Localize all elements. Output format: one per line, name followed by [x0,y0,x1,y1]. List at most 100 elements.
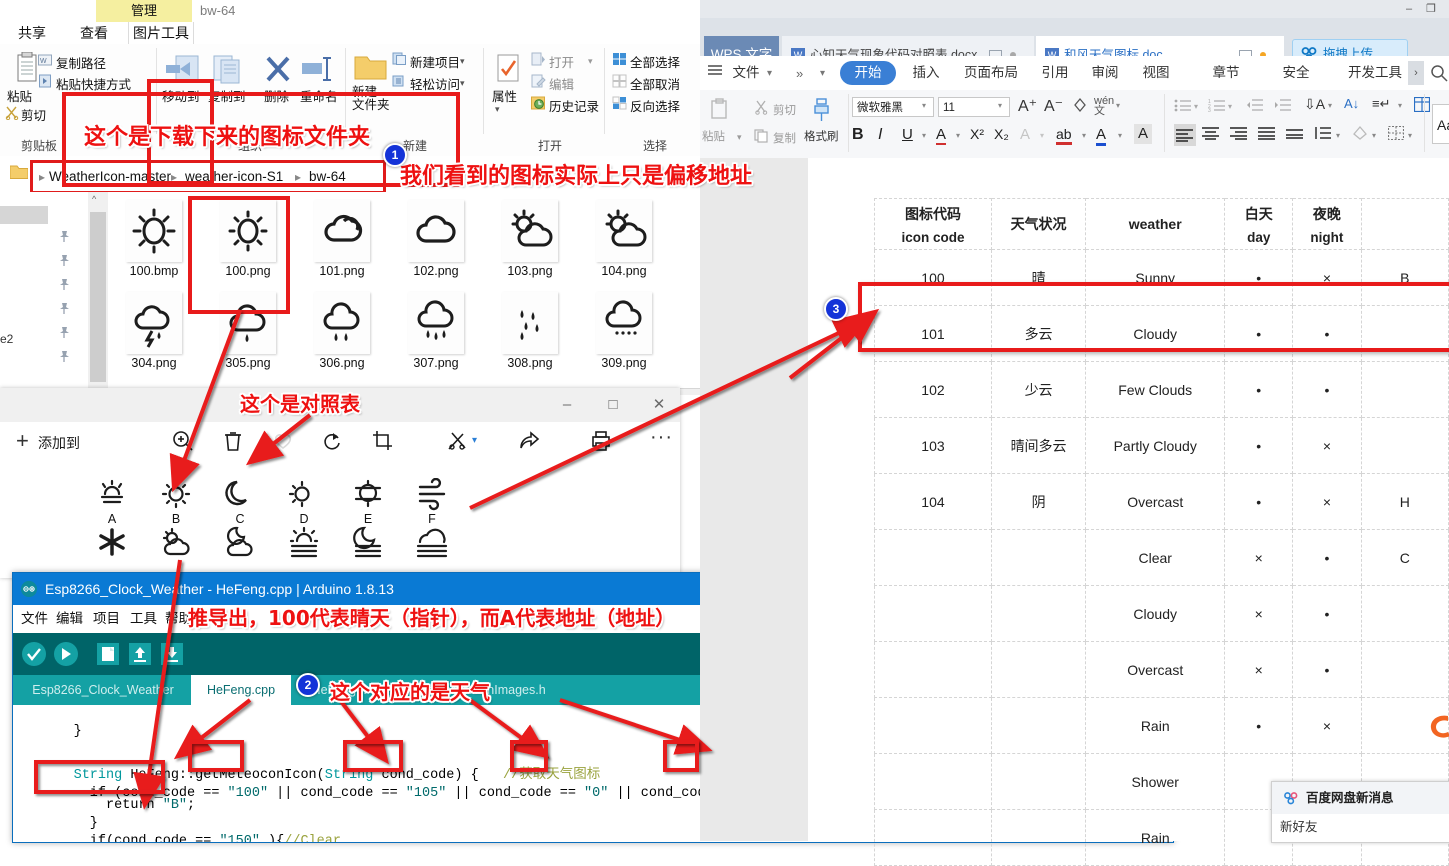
wps-topbar[interactable]: – ❐ [700,0,1449,18]
bullet-list-icon[interactable] [1174,98,1192,115]
justify-button[interactable] [1258,126,1276,143]
underline-button[interactable]: U [902,126,913,143]
pin-icon[interactable] [58,350,70,363]
paste-icon[interactable] [710,98,730,123]
chevron-down-icon[interactable]: ▾ [1116,101,1120,110]
ribbon-tab-security[interactable]: 安全 [1275,56,1317,90]
open-sketch-button[interactable] [127,641,153,670]
text-effect-button[interactable]: A [1020,126,1030,143]
new-sketch-button[interactable] [95,641,121,670]
ribbon-scroll-right-icon[interactable]: › [1408,61,1424,85]
table-row[interactable]: 102 少云 Few Clouds • • [874,361,1449,418]
ribbon-tab-devtools[interactable]: 开发工具 [1340,56,1410,90]
pin-icon[interactable] [58,302,70,315]
pin-icon[interactable] [58,326,70,339]
more-commands-icon[interactable]: » [796,66,803,81]
easy-access-label[interactable]: 轻松访问 [410,74,460,93]
chevron-down-icon-2[interactable]: ▾ [460,78,465,89]
menu-picture-tools[interactable]: 图片工具 [128,22,194,44]
delete-icon[interactable] [222,430,244,455]
invert-selection-label[interactable]: 反向选择 [630,96,680,115]
decrease-font-size-icon[interactable]: A⁻ [1044,96,1063,116]
font-color-button[interactable]: A [1096,126,1107,146]
chevron-down-icon-4[interactable]: ▾ [588,56,593,67]
pinyin-guide-icon[interactable]: wén 文 [1094,96,1114,117]
sort-icon[interactable]: A↓ [1344,96,1359,111]
chevron-down-icon[interactable]: ▾ [472,435,477,446]
customize-ribbon-icon[interactable]: ▾ [820,68,825,79]
wps-ribbon[interactable]: 粘贴 ▾ 剪切 复制 格式刷 微软雅黑 ▾ 11 ▾ A⁺ A⁻ wén 文 ▾ … [700,90,1449,159]
chevron-down-icon[interactable]: ▾ [1082,131,1086,140]
menu-view[interactable]: 查看 [66,22,122,44]
file-item[interactable]: 101.png [296,198,388,290]
beautify-icon[interactable] [446,430,468,455]
menu-project[interactable]: 项目 [93,605,120,633]
menu-file[interactable]: 文件 [21,605,48,633]
show-marks-icon[interactable]: ≡↵ [1372,96,1390,112]
pin-icon[interactable] [58,278,70,291]
chevron-down-icon[interactable]: ▾ [1372,131,1376,140]
file-explorer-window[interactable]: 管理 bw-64 共享 查看 图片工具 粘贴 剪切 W 复制路径 粘贴快捷方式 … [0,0,700,395]
ribbon-tab-layout[interactable]: 页面布局 [955,56,1027,90]
decrease-indent-icon[interactable] [1246,98,1264,115]
ribbon-tab-home[interactable]: 开始 [840,61,896,85]
file-item[interactable]: 306.png [296,290,388,382]
properties-label[interactable]: 属性 [492,86,517,105]
cut-button-label[interactable]: 剪切 [21,105,46,124]
table-row[interactable]: Cloudy × • [874,585,1449,642]
pin-icon[interactable] [58,230,70,243]
chevron-down-icon[interactable]: ▾ [737,132,742,143]
table-row[interactable]: Overcast × • [874,641,1449,698]
pin-icon[interactable] [58,254,70,267]
align-right-button[interactable] [1230,126,1248,143]
strikethrough-button[interactable]: A [936,126,947,145]
chevron-down-icon[interactable]: ▾ [922,101,926,110]
chevron-down-icon-3[interactable]: ▾ [495,104,500,115]
chevron-down-icon[interactable]: ▾ [998,101,1002,110]
increase-indent-icon[interactable] [1274,98,1292,115]
select-none-label[interactable]: 全部取消 [630,74,680,93]
chevron-down-icon[interactable]: ▾ [1398,101,1402,110]
add-to-label[interactable]: 添加到 [38,433,80,453]
more-options-icon[interactable]: ··· [650,426,673,449]
chevron-down-icon[interactable]: ▾ [1228,102,1232,111]
paste-label[interactable]: 粘贴 [702,128,725,144]
file-item[interactable]: 308.png [484,290,576,382]
table-grid-icon[interactable] [1413,96,1431,115]
select-all-label[interactable]: 全部选择 [630,52,680,71]
table-row[interactable]: Rain • × [874,697,1449,754]
chevron-down-icon[interactable]: ▾ [1328,101,1332,110]
increase-font-size-icon[interactable]: A⁺ [1018,96,1037,116]
style-preview-box[interactable]: Aa [1432,104,1449,144]
file-item[interactable]: 104.png [578,198,670,290]
menu-edit[interactable]: 编辑 [56,605,83,633]
minimize-button[interactable]: – [544,388,590,422]
crop-icon[interactable] [372,430,394,455]
share-icon[interactable] [518,430,540,455]
italic-button[interactable]: I [878,126,882,144]
tab-manage[interactable]: 管理 [96,0,192,22]
character-border-button[interactable]: A [1134,124,1152,144]
tab-esp8266-clock-weather[interactable]: Esp8266_Clock_Weather [23,675,183,705]
subscript-button[interactable]: X₂ [994,126,1009,142]
chevron-down-icon[interactable]: ▾ [956,131,960,140]
baidu-netdisk-toast[interactable]: 百度网盘新消息 新好友 [1271,781,1449,843]
edit-label[interactable]: 编辑 [549,74,574,93]
file-item[interactable]: 102.png [390,198,482,290]
chevron-down-icon[interactable]: ▾ [1040,131,1044,140]
chevron-down-icon[interactable]: ▾ [1336,131,1340,140]
phonetic-guide-icon[interactable]: ⇩A [1304,96,1325,113]
tab-hefeng-cpp[interactable]: HeFeng.cpp [191,675,291,705]
distribute-button[interactable] [1286,126,1304,143]
superscript-button[interactable]: X² [970,126,984,142]
cut-icon[interactable] [754,100,769,118]
verify-button[interactable] [21,641,47,670]
ribbon-tab-file[interactable]: 文件 [726,56,766,90]
sogou-input-icon[interactable] [1428,712,1449,748]
zoom-in-icon[interactable] [172,430,194,455]
align-center-button[interactable] [1202,126,1220,143]
maximize-button[interactable]: □ [590,388,636,422]
menu-share[interactable]: 共享 [4,22,60,44]
ribbon-tab-reference[interactable]: 引用 [1034,56,1076,90]
file-item[interactable]: 103.png [484,198,576,290]
